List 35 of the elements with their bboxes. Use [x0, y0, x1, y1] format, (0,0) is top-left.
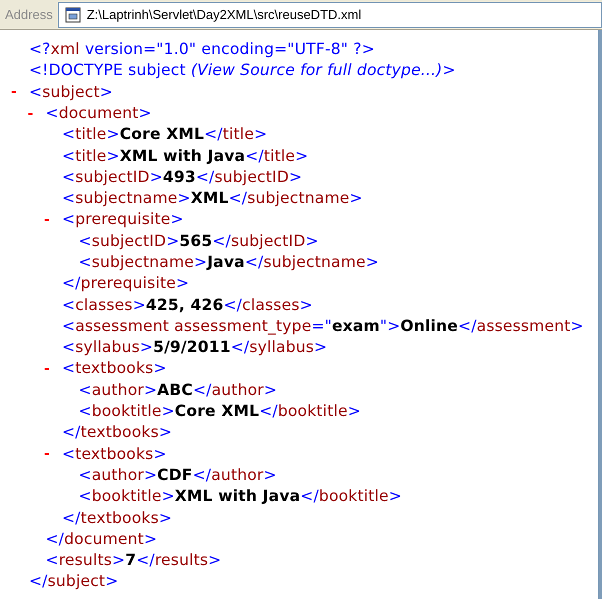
xml-line: <textbooks>	[62, 444, 167, 465]
xml-line: <prerequisite>	[62, 209, 184, 230]
xml-line: <subjectname>Java</subjectname>	[78, 252, 379, 273]
xml-line: </textbooks>	[62, 508, 172, 529]
collapse-toggle[interactable]: -	[44, 447, 50, 462]
collapse-toggle[interactable]: -	[44, 362, 50, 376]
xml-line: <subject>	[29, 82, 113, 103]
xml-line: <results>7</results>	[46, 550, 222, 572]
address-label: Address	[4, 6, 54, 24]
address-field[interactable]: Z:\Laptrinh\Servlet\Day2XML\src\reuseDTD.xml	[58, 2, 602, 28]
xml-line: <subjectID>565</subjectID>	[78, 230, 319, 252]
xml-line: </subject>	[29, 571, 118, 592]
xml-line: <title>XML with Java</title>	[62, 146, 308, 167]
xml-line: </document>	[46, 528, 158, 550]
xml-line: <textbooks>	[62, 358, 167, 380]
collapse-toggle[interactable]: -	[11, 85, 17, 100]
xml-line: <title>Core XML</title>	[62, 124, 268, 146]
xml-line: <subjectname>XML</subjectname>	[62, 188, 363, 210]
collapse-toggle[interactable]: -	[28, 106, 34, 121]
xml-line: <booktitle>XML with Java</booktitle>	[78, 486, 402, 508]
xml-line: </prerequisite>	[62, 273, 190, 294]
xml-line: <booktitle>Core XML</booktitle>	[78, 401, 361, 422]
document-icon	[64, 6, 81, 22]
xml-line: </textbooks>	[62, 422, 172, 444]
xml-line: <author>ABC</author>	[78, 380, 278, 401]
xml-line: <subjectID>493</subjectID>	[62, 166, 302, 188]
xml-line: <syllabus>5/9/2011</syllabus>	[62, 337, 328, 358]
xml-line: <author>CDF</author>	[78, 464, 277, 486]
xml-line: <!DOCTYPE subject (View Source for full doctype...)>	[29, 60, 456, 82]
collapse-toggle[interactable]: -	[44, 213, 50, 228]
xml-line: <?xml version="1.0" encoding="UTF-8" ?>	[29, 39, 375, 60]
url-text: Z:\Laptrinh\Servlet\Day2XML\src\reuseDTD.xml	[86, 6, 362, 24]
xml-line: <document>	[46, 102, 152, 124]
xml-line: <assessment assessment_type="exam">Online</assessment>	[62, 316, 584, 337]
xml-line: <classes>425, 426</classes>	[62, 294, 313, 316]
